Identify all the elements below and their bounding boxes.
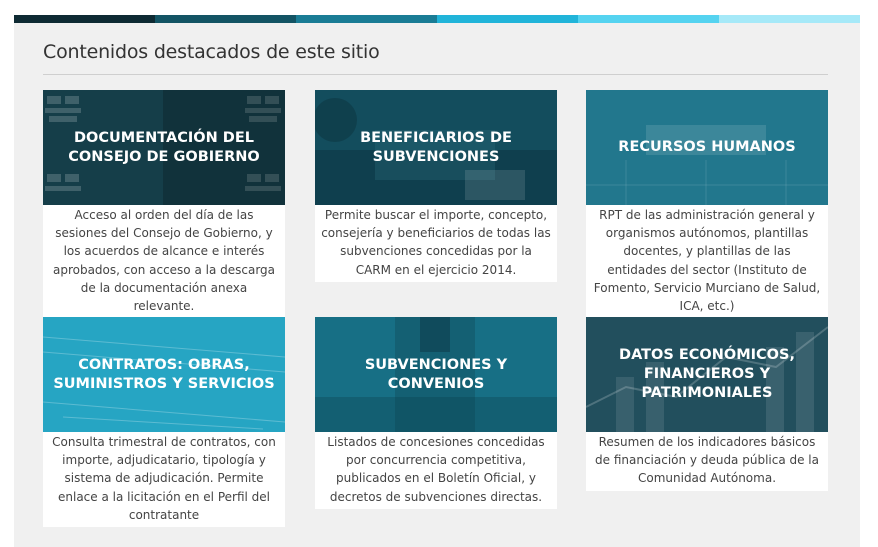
card-description: Resumen de los indicadores básicos de fi… xyxy=(595,435,819,486)
color-strip-segment xyxy=(296,15,437,23)
color-strip xyxy=(14,15,860,23)
card-image[interactable]: CONTRATOS: OBRAS, SUMINISTROS Y SERVICIO… xyxy=(43,317,285,432)
color-strip-segment xyxy=(719,15,860,23)
card-image[interactable]: DOCUMENTACIÓN DEL CONSEJO DE GOBIERNO xyxy=(43,90,285,205)
card-title[interactable]: RECURSOS HUMANOS xyxy=(608,138,805,157)
card-image[interactable]: DATOS ECONÓMICOS, FINANCIEROS Y PATRIMON… xyxy=(586,317,828,432)
section-title: Contenidos destacados de este sitio xyxy=(43,41,380,63)
card-image[interactable]: RECURSOS HUMANOS xyxy=(586,90,828,205)
card-title[interactable]: BENEFICIARIOS DE SUBVENCIONES xyxy=(315,129,557,167)
card-description: Permite buscar el importe, concepto, con… xyxy=(321,208,551,277)
color-strip-segment xyxy=(578,15,719,23)
card-title[interactable]: CONTRATOS: OBRAS, SUMINISTROS Y SERVICIO… xyxy=(43,356,285,394)
card-description: Acceso al orden del día de las sesiones … xyxy=(52,208,276,314)
card-datos-economicos[interactable]: DATOS ECONÓMICOS, FINANCIEROS Y PATRIMON… xyxy=(586,317,828,491)
card-beneficiarios-subvenciones[interactable]: BENEFICIARIOS DE SUBVENCIONES Permite bu… xyxy=(315,90,557,282)
card-image[interactable]: SUBVENCIONES Y CONVENIOS xyxy=(315,317,557,432)
section-divider xyxy=(43,74,828,75)
card-subvenciones-convenios[interactable]: SUBVENCIONES Y CONVENIOS Listados de con… xyxy=(315,317,557,509)
card-description: Listados de concesiones concedidas por c… xyxy=(327,435,545,504)
color-strip-segment xyxy=(155,15,296,23)
card-recursos-humanos[interactable]: RECURSOS HUMANOS RPT de las administraci… xyxy=(586,90,828,319)
card-title[interactable]: SUBVENCIONES Y CONVENIOS xyxy=(315,356,557,394)
color-strip-segment xyxy=(437,15,578,23)
color-strip-segment xyxy=(14,15,155,23)
card-title[interactable]: DATOS ECONÓMICOS, FINANCIEROS Y PATRIMON… xyxy=(586,346,828,403)
card-description: RPT de las administración general y orga… xyxy=(593,208,821,314)
card-image[interactable]: BENEFICIARIOS DE SUBVENCIONES xyxy=(315,90,557,205)
card-documentacion-consejo[interactable]: DOCUMENTACIÓN DEL CONSEJO DE GOBIERNO Ac… xyxy=(43,90,285,319)
card-description: Consulta trimestral de contratos, con im… xyxy=(52,435,276,522)
card-title[interactable]: DOCUMENTACIÓN DEL CONSEJO DE GOBIERNO xyxy=(43,129,285,167)
card-contratos[interactable]: CONTRATOS: OBRAS, SUMINISTROS Y SERVICIO… xyxy=(43,317,285,528)
